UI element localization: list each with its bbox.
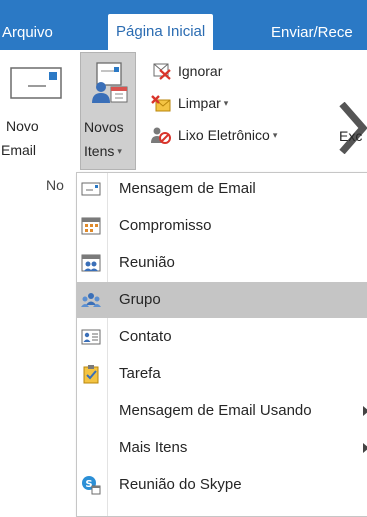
tab-arquivo[interactable]: Arquivo [2,24,53,50]
menu-item-label: Contato [119,328,172,345]
calendar-icon [81,216,101,236]
new-items-label-line2: Itens [84,143,115,159]
menu-item-appointment[interactable]: Compromisso [77,208,367,244]
chevron-down-icon: ▾ [117,146,122,156]
envelope-icon [10,62,62,109]
contact-card-icon [81,327,101,347]
ignore-label: Ignorar [178,63,223,79]
ribbon-panel: Novo Email Novos Itens ▾ Ignorar Limpar … [0,50,367,193]
delete-label: Exc [339,128,363,144]
ribbon-group-label: No [46,177,64,193]
menu-item-label: Mensagem de Email Usando [119,402,312,419]
meeting-icon [81,253,101,273]
new-items-button[interactable]: Novos Itens ▾ [80,52,136,170]
cleanup-label: Limpar [178,95,221,111]
menu-item-label: Reunião do Skype [119,476,242,493]
task-clipboard-icon [81,364,101,384]
skype-meeting-icon: S [81,475,101,495]
tab-enviar-receber[interactable]: Enviar/Rece [271,24,353,50]
new-email-button[interactable]: Novo Email [0,50,78,170]
envelope-icon [81,179,101,199]
new-items-label-line2-wrap: Itens ▾ [84,143,122,159]
submenu-arrow-icon [363,406,367,416]
junk-icon [150,126,172,151]
chevron-down-icon: ▾ [272,130,278,140]
menu-item-meeting[interactable]: Reunião [77,245,367,281]
cleanup-icon [150,94,172,119]
menu-item-email-using[interactable]: Mensagem de Email Usando [77,393,367,429]
new-email-label-line1: Novo [6,118,39,134]
new-items-dropdown-menu: Mensagem de Email Compromisso Reunião Gr… [76,172,367,517]
menu-item-more-items[interactable]: Mais Itens [77,430,367,466]
ignore-icon [150,62,172,87]
junk-label: Lixo Eletrônico [178,127,270,143]
menu-item-skype-meeting[interactable]: S Reunião do Skype [77,467,367,503]
menu-item-contact[interactable]: Contato [77,319,367,355]
menu-item-label: Mais Itens [119,439,188,456]
new-items-icon [89,61,129,110]
menu-item-task[interactable]: Tarefa [77,356,367,392]
junk-label-wrap: Lixo Eletrônico ▾ [178,123,277,147]
submenu-arrow-icon [363,443,367,453]
menu-item-group[interactable]: Grupo [77,282,367,318]
menu-item-label: Mensagem de Email [119,180,256,197]
menu-item-label: Reunião [119,254,175,271]
tab-pagina-inicial[interactable]: Página Inicial [108,14,214,50]
ribbon-tab-bar: Arquivo Página Inicial Enviar/Rece [0,0,367,50]
menu-item-label: Tarefa [119,365,161,382]
new-email-label-line2: Email [1,142,37,158]
chevron-down-icon: ▾ [223,98,229,108]
new-items-label-line1: Novos [84,119,124,135]
menu-item-label: Grupo [119,291,161,308]
menu-item-email-message[interactable]: Mensagem de Email [77,171,367,207]
menu-item-label: Compromisso [119,217,212,234]
group-icon [81,290,101,310]
cleanup-label-wrap: Limpar ▾ [178,91,228,115]
